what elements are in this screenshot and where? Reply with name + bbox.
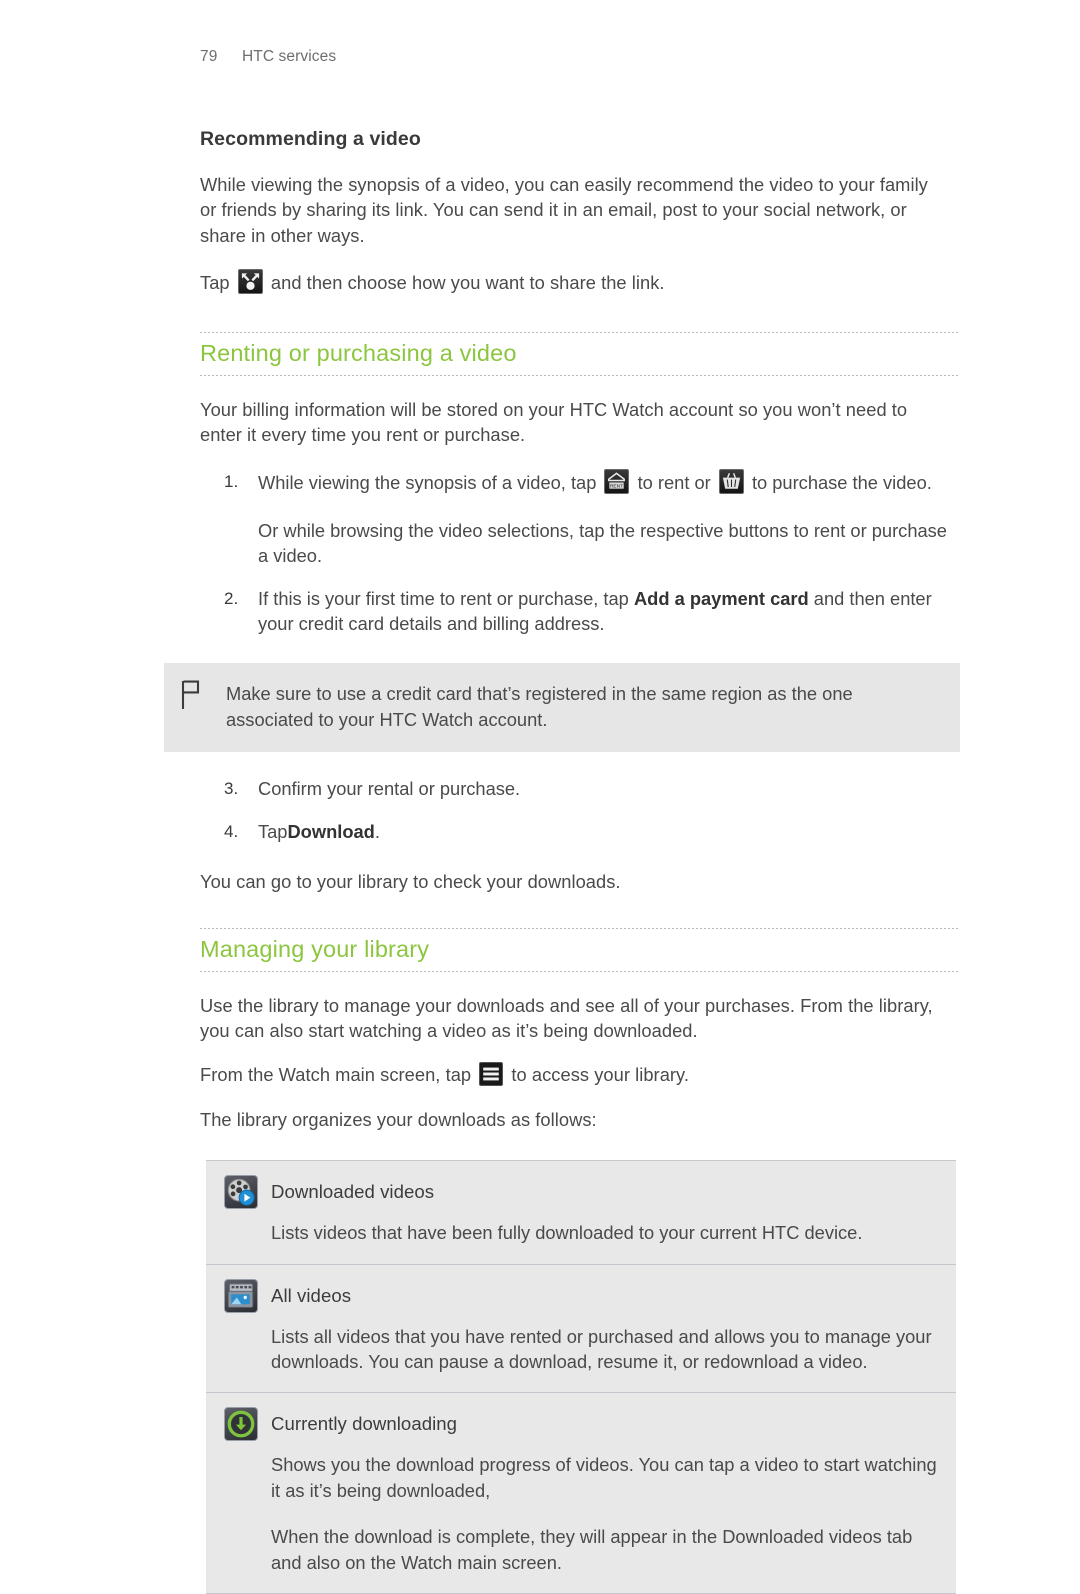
chapter-title: HTC services (242, 48, 337, 65)
renting-closing: You can go to your library to check your… (200, 871, 621, 893)
access-suffix-text: to access your library. (511, 1064, 690, 1086)
section-heading-renting: Renting or purchasing a video (200, 339, 517, 366)
svg-text:RENT: RENT (610, 484, 623, 490)
note-box: Make sure to use a credit card that’s re… (164, 663, 960, 753)
section-heading-library: Managing your library (200, 935, 430, 962)
library-item-description: Lists videos that have been fully downlo… (271, 1222, 863, 1244)
download-circle-icon (224, 1407, 258, 1442)
download-label: Download (287, 820, 375, 842)
step-item-1: 1. While viewing the synopsis of a video… (200, 469, 958, 568)
renting-steps-list: 1. While viewing the synopsis of a video… (200, 469, 970, 636)
def-head: Downloaded videos (224, 1175, 938, 1210)
library-definition-table: Downloaded videos Lists videos that have… (206, 1160, 956, 1594)
add-payment-card-label: Add a payment card (633, 587, 809, 609)
tap-suffix-text: and then choose how you want to share th… (270, 272, 665, 294)
step-number: 1. (224, 472, 239, 492)
def-head: Currently downloading (224, 1407, 938, 1442)
library-list-intro: The library organizes your downloads as … (200, 1108, 597, 1130)
step-1-text-after: to purchase the video. (751, 472, 932, 494)
library-paragraph: Use the library to manage your downloads… (200, 994, 933, 1041)
section-heading-library-block: Managing your library (200, 927, 970, 972)
library-item-title: All videos (271, 1284, 352, 1306)
rule-dots-bottom (200, 374, 960, 376)
tap-prefix-text: Tap (200, 272, 230, 294)
step-1-text-between: to rent or (637, 472, 711, 494)
recommending-tap-line: Tap and then choose how you want to shar… (200, 269, 948, 295)
page-number: 79 (200, 48, 218, 65)
step-4-text-after: . (374, 820, 380, 842)
step-item-3: 3. Confirm your rental or purchase. (200, 776, 958, 801)
share-icon (237, 269, 263, 295)
library-item-description: Shows you the download progress of video… (271, 1454, 937, 1501)
rule-dots-bottom (200, 970, 960, 972)
step-1-sub-paragraph: Or while browsing the video selections, … (258, 519, 947, 567)
recommending-paragraph: While viewing the synopsis of a video, y… (200, 174, 928, 246)
step-number: 2. (224, 588, 239, 608)
step-3-text: Confirm your rental or purchase. (258, 778, 521, 800)
def-head: All videos (224, 1278, 938, 1313)
step-item-4: 4. TapDownload. (200, 819, 958, 844)
running-header: 79 HTC services (200, 48, 970, 68)
access-prefix-text: From the Watch main screen, tap (200, 1064, 472, 1086)
renting-intro: Your billing information will be stored … (200, 398, 908, 446)
library-item-description-secondary: When the download is complete, they will… (271, 1526, 913, 1573)
shopping-basket-icon (718, 469, 744, 495)
step-number: 3. (224, 779, 239, 799)
flag-icon (178, 679, 204, 711)
library-item-downloaded-videos: Downloaded videos Lists videos that have… (206, 1160, 956, 1263)
library-item-title: Currently downloading (271, 1413, 458, 1435)
library-access-line: From the Watch main screen, tap to acces… (200, 1062, 948, 1087)
step-1-text-before: While viewing the synopsis of a video, t… (258, 472, 597, 494)
step-2-text-before: If this is your first time to rent or pu… (258, 587, 629, 609)
library-item-all-videos: All videos Lists all videos that you hav… (206, 1263, 956, 1393)
step-item-2: 2. If this is your first time to rent or… (200, 586, 958, 637)
step-4-text-before: Tap (258, 820, 288, 842)
rent-tag-icon: RENT (604, 469, 630, 495)
library-item-description: Lists all videos that you have rented or… (271, 1325, 932, 1372)
film-strip-icon (224, 1278, 258, 1313)
library-item-currently-downloading: Currently downloading Shows you the down… (206, 1392, 956, 1594)
document-page: 79 HTC services Recommending a video Whi… (0, 0, 1080, 1594)
section-heading-recommending: Recommending a video (200, 128, 421, 150)
section-heading-renting-block: Renting or purchasing a video (200, 331, 970, 376)
library-item-title: Downloaded videos (271, 1181, 435, 1203)
step-number: 4. (224, 821, 239, 841)
film-reel-play-icon (224, 1175, 258, 1210)
note-text: Make sure to use a credit card that’s re… (226, 683, 853, 730)
hamburger-menu-icon (479, 1062, 504, 1087)
renting-steps-list-continued: 3. Confirm your rental or purchase. 4. T… (200, 776, 970, 844)
note-callout: Make sure to use a credit card that’s re… (164, 663, 960, 753)
